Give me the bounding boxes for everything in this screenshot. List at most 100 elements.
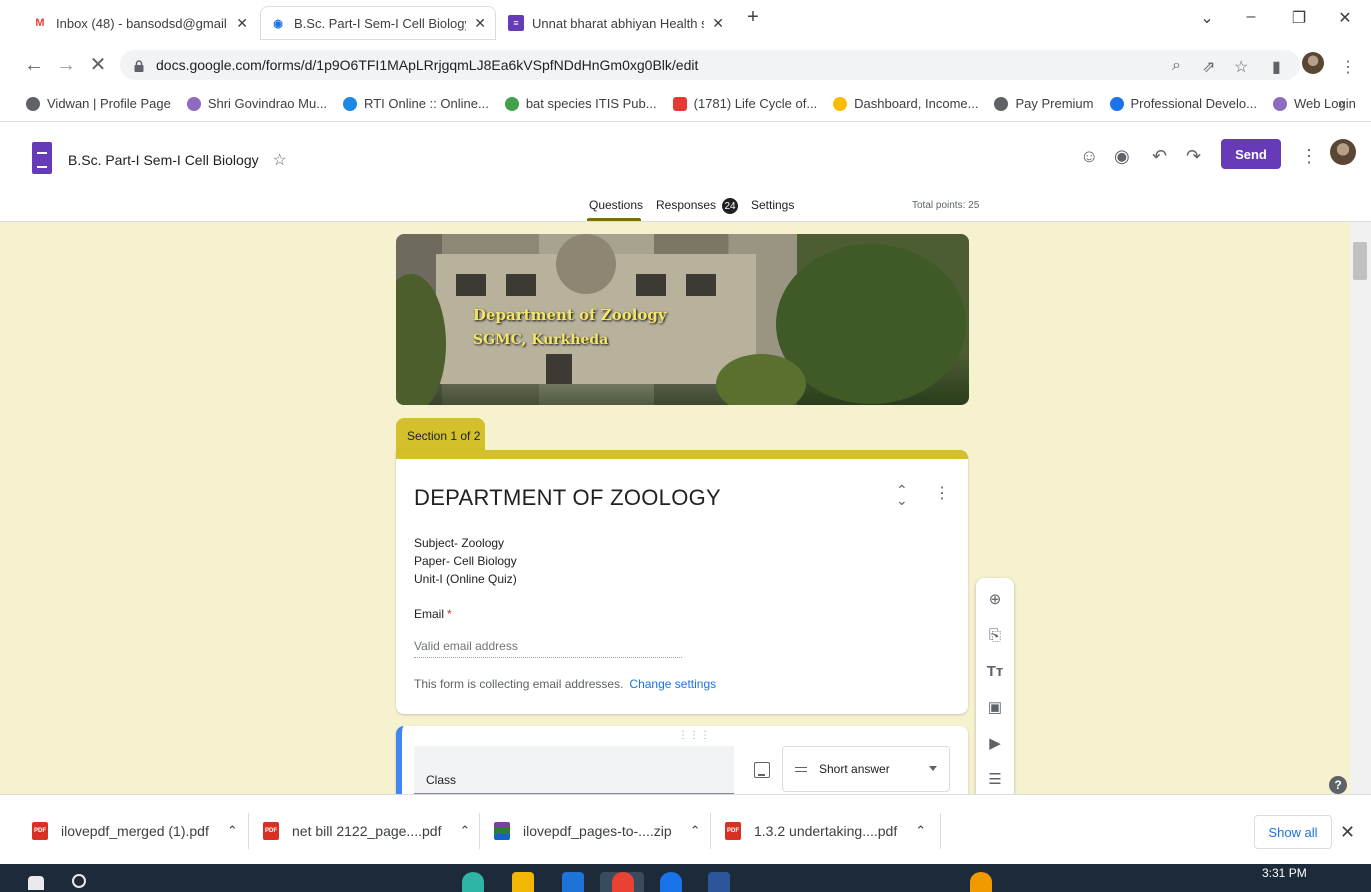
new-tab-button[interactable]: + (738, 6, 768, 29)
import-questions-icon[interactable]: ⎘ (985, 626, 1005, 646)
drag-handle-icon[interactable]: ⋮⋮⋮ (678, 730, 711, 741)
bookmark-youtube[interactable]: (1781) Life Cycle of... (672, 96, 817, 111)
browser-icon[interactable] (660, 872, 682, 892)
star-icon[interactable]: ☆ (1234, 57, 1248, 77)
youtube-icon (672, 96, 687, 111)
browser-menu-icon[interactable]: ⋮ (1340, 57, 1356, 77)
bookmark-pay-premium[interactable]: Pay Premium (994, 96, 1094, 111)
chevron-up-icon[interactable]: ⌃ (690, 823, 701, 839)
tab-forms-active[interactable]: ◉ B.Sc. Part-I Sem-I Cell Biology - Goog… (260, 6, 496, 40)
form-description[interactable]: Subject- Zoology Paper- Cell Biology Uni… (414, 534, 517, 588)
bookmark-dashboard[interactable]: Dashboard, Income... (833, 96, 978, 111)
send-button[interactable]: Send (1221, 139, 1281, 169)
chevron-up-icon[interactable]: ⌃ (227, 823, 238, 839)
tab-title: B.Sc. Part-I Sem-I Cell Biology - Google… (294, 15, 466, 31)
collapse-section-icon[interactable]: ⌃ ⌄ (896, 483, 908, 507)
form-header-card[interactable]: DEPARTMENT OF ZOOLOGY ⌃ ⌄ ⋮ Subject- Zool… (396, 450, 968, 714)
add-image-icon[interactable] (754, 762, 770, 778)
form-title[interactable]: DEPARTMENT OF ZOOLOGY (414, 485, 721, 511)
zoom-icon[interactable]: ⌕ (1172, 57, 1181, 75)
account-avatar[interactable] (1330, 139, 1356, 165)
help-icon[interactable]: ? (1329, 776, 1347, 794)
change-settings-link[interactable]: Change settings (629, 677, 716, 691)
tab-search-icon[interactable]: ⌄ (1192, 8, 1222, 28)
tab-responses[interactable]: Responses 24 (656, 198, 739, 214)
file-explorer-icon[interactable] (512, 872, 534, 892)
profile-avatar[interactable] (1302, 52, 1324, 74)
required-mark: * (447, 607, 452, 621)
close-downloads-icon[interactable]: ✕ (1340, 822, 1355, 843)
close-icon[interactable]: ✕ (474, 15, 486, 32)
scrollbar-thumb[interactable] (1353, 242, 1367, 280)
add-image-icon[interactable]: ▣ (985, 698, 1005, 718)
page-scrollbar[interactable] (1350, 222, 1371, 794)
floating-toolbar: ⊕ ⎘ Tт ▣ ▶ ☰ (976, 578, 1014, 794)
download-item[interactable]: PDF ilovepdf_merged (1).pdf ⌃ (32, 819, 238, 843)
question-type-select[interactable]: Short answer (782, 746, 950, 792)
show-all-downloads-button[interactable]: Show all (1254, 815, 1332, 849)
window-close-icon[interactable]: ✕ (1330, 8, 1360, 28)
lock-icon (134, 59, 144, 72)
forms-logo-icon[interactable] (32, 142, 52, 174)
share-icon[interactable]: ⇗ (1202, 57, 1215, 77)
divider (248, 813, 249, 849)
bookmark-professional[interactable]: Professional Develo... (1109, 96, 1257, 111)
add-section-icon[interactable]: ☰ (985, 770, 1005, 790)
download-item[interactable]: ilovepdf_pages-to-....zip ⌃ (494, 819, 701, 843)
tab-survey[interactable]: ≡ Unnat bharat abhiyan Health survey ✕ (498, 6, 734, 40)
bookmark-vidwan[interactable]: Vidwan | Profile Page (26, 96, 171, 111)
close-icon[interactable]: ✕ (236, 15, 248, 32)
back-arrow-icon[interactable]: ← (22, 54, 46, 76)
add-question-icon[interactable]: ⊕ (985, 590, 1005, 610)
dollar-icon (1109, 96, 1124, 111)
stop-loading-icon[interactable]: ✕ (86, 54, 110, 76)
bookmarks-overflow[interactable]: » (1338, 96, 1345, 111)
palette-icon[interactable]: ☺ (1080, 146, 1098, 167)
side-panel-icon[interactable]: ▮ (1272, 57, 1281, 77)
minimize-icon[interactable]: – (1236, 8, 1266, 26)
pdf-file-icon: PDF (32, 822, 48, 840)
email-field[interactable] (414, 634, 682, 658)
divider (479, 813, 480, 849)
forms-icon: ≡ (508, 15, 524, 31)
tab-questions[interactable]: Questions (589, 198, 643, 212)
address-bar[interactable]: docs.google.com/forms/d/1p9O6TFI1MApLRrj… (120, 50, 1300, 80)
header-banner-image: Department of Zoology SGMC, Kurkheda (396, 234, 969, 405)
chevron-up-icon[interactable]: ⌃ (459, 823, 470, 839)
star-icon[interactable]: ☆ (273, 152, 287, 169)
more-options-icon[interactable]: ⋮ (1300, 146, 1318, 167)
word-icon[interactable] (708, 872, 730, 892)
bookmarks-bar: Vidwan | Profile Page Shri Govindrao Mu.… (0, 86, 1371, 122)
close-icon[interactable]: ✕ (712, 15, 724, 32)
tab-gmail[interactable]: M Inbox (48) - bansodsd@gmail.com ✕ (22, 6, 258, 40)
os-taskbar: 3:31 PM (0, 864, 1371, 892)
windows-start-icon[interactable] (28, 876, 44, 890)
add-video-icon[interactable]: ▶ (985, 734, 1005, 754)
active-tab-indicator (587, 218, 641, 221)
forward-arrow-icon[interactable]: → (54, 54, 78, 76)
tray-app-icon[interactable] (970, 872, 992, 892)
search-icon[interactable] (72, 874, 86, 888)
undo-icon[interactable]: ↶ (1152, 146, 1167, 167)
download-item[interactable]: PDF 1.3.2 undertaking....pdf ⌃ (725, 819, 926, 843)
section-more-icon[interactable]: ⋮ (934, 483, 950, 503)
bookmark-itis[interactable]: bat species ITIS Pub... (504, 96, 657, 111)
edge-icon[interactable] (462, 872, 484, 892)
restore-icon[interactable]: ❐ (1284, 8, 1314, 28)
tab-title: Inbox (48) - bansodsd@gmail.com (56, 15, 228, 31)
document-title[interactable]: B.Sc. Part-I Sem-I Cell Biology ☆ (68, 150, 287, 170)
banner-title: Department of Zoology (473, 306, 667, 324)
preview-eye-icon[interactable]: ◉ (1114, 146, 1130, 167)
question-title-input[interactable] (414, 746, 734, 794)
email-collection-note: This form is collecting email addresses.… (414, 677, 717, 691)
chrome-icon[interactable] (612, 872, 634, 892)
tab-settings[interactable]: Settings (751, 198, 794, 212)
store-icon[interactable] (562, 872, 584, 892)
chevron-up-icon[interactable]: ⌃ (915, 823, 926, 839)
bookmark-rti[interactable]: RTI Online :: Online... (343, 96, 489, 111)
bookmark-govindrao[interactable]: Shri Govindrao Mu... (186, 96, 327, 111)
add-title-icon[interactable]: Tт (985, 662, 1005, 682)
question-card[interactable]: ⋮⋮⋮ Short answer (396, 726, 968, 794)
download-item[interactable]: PDF net bill 2122_page....pdf ⌃ (263, 819, 470, 843)
redo-icon[interactable]: ↷ (1186, 146, 1201, 167)
